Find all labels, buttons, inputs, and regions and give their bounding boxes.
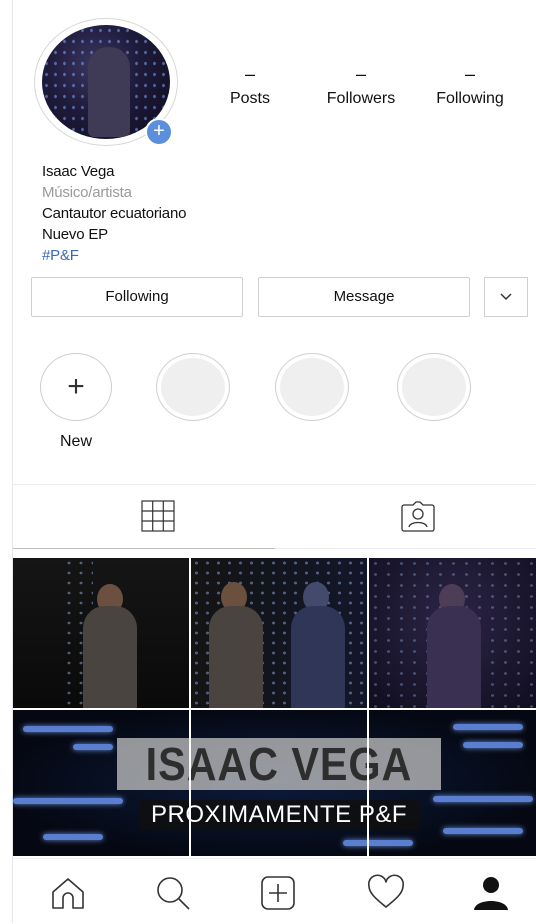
home-icon[interactable] (48, 873, 88, 913)
tab-active-indicator (13, 548, 275, 549)
stat-followers[interactable]: – Followers (322, 64, 400, 108)
followers-label: Followers (326, 90, 396, 107)
profile-name: Isaac Vega (42, 163, 115, 180)
profile-category: Músico/artista (42, 184, 132, 201)
tabs-divider (13, 484, 536, 485)
posts-count: – (244, 64, 255, 84)
banner-title: ISAAC VEGA (145, 738, 413, 790)
grid-divider (367, 558, 369, 856)
stat-following[interactable]: – Following (430, 64, 510, 108)
following-count: – (464, 64, 475, 84)
heart-icon[interactable] (366, 873, 406, 913)
profile-icon[interactable] (471, 873, 511, 913)
post-thumbnail[interactable] (13, 558, 189, 708)
highlight-new[interactable]: + (40, 353, 112, 421)
highlight-placeholder (156, 353, 230, 421)
search-icon[interactable] (153, 873, 193, 913)
grid-divider (13, 708, 536, 710)
tagged-icon[interactable] (400, 500, 436, 533)
message-button[interactable]: Message (258, 277, 470, 317)
bottom-navigation (13, 858, 536, 924)
more-options-button[interactable] (484, 277, 528, 317)
stat-posts[interactable]: – Posts (224, 64, 276, 108)
posts-label: Posts (229, 90, 270, 107)
post-thumbnail[interactable] (191, 558, 367, 708)
highlight-new-label: New (59, 433, 92, 450)
banner-subtitle: PROXIMAMENTE P&F (150, 801, 408, 828)
add-story-plus-icon[interactable]: + (145, 118, 173, 146)
grid-icon[interactable] (141, 500, 175, 532)
chevron-down-icon (500, 293, 512, 301)
following-label: Following (436, 90, 504, 107)
posts-grid: ISAAC VEGA PROXIMAMENTE P&F (13, 558, 536, 856)
followers-count: – (355, 64, 366, 84)
bio-line-1: Cantautor ecuatoriano (42, 205, 187, 222)
add-post-icon[interactable] (258, 873, 298, 913)
grid-divider (189, 558, 191, 856)
bio-hashtag[interactable]: #P&F (42, 245, 79, 266)
plus-icon: + (67, 370, 85, 403)
tab-divider (275, 548, 536, 549)
post-thumbnail[interactable] (369, 558, 536, 708)
highlight-placeholder (397, 353, 471, 421)
bio-line-2: Nuevo EP (42, 226, 108, 243)
highlight-placeholder (275, 353, 349, 421)
following-button[interactable]: Following (31, 277, 243, 317)
